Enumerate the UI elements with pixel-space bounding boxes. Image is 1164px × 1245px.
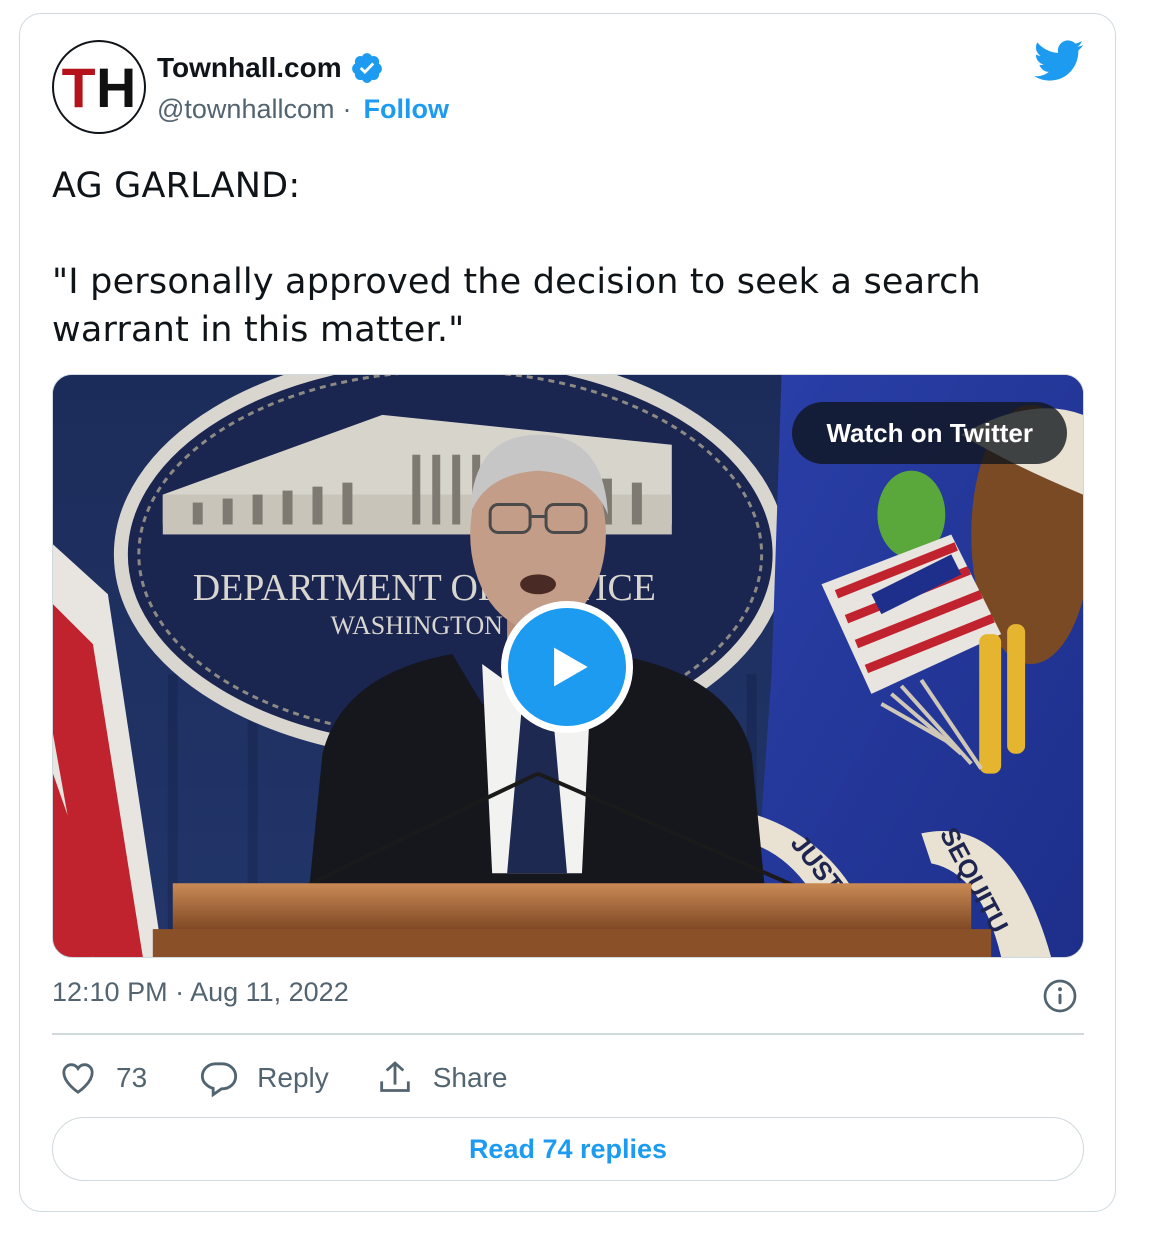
speech-bubble-icon [201,1062,238,1098]
twitter-bird-icon[interactable] [1034,40,1084,82]
info-icon[interactable] [1042,978,1078,1014]
avatar-logo: T H [62,57,137,119]
svg-text:H: H [96,57,136,119]
like-count: 73 [116,1062,148,1093]
read-replies-button[interactable]: Read 74 replies [52,1117,1084,1181]
share-upload-icon [380,1061,410,1092]
reply-label: Reply [257,1062,329,1093]
tweet-text: AG GARLAND: "I personally approved the d… [52,166,981,350]
avatar[interactable]: T H [52,40,146,134]
action-bar: 73 Reply Share [52,1052,507,1104]
reply-button[interactable]: Reply [199,1058,329,1098]
verified-badge-icon [351,53,382,83]
author-name[interactable]: Townhall.com [157,52,342,84]
video-thumbnail[interactable]: DEPARTMENT OF JUSTICE WASHINGTON JUSTI S… [52,374,1084,958]
play-icon [554,647,588,687]
watch-on-twitter-button[interactable]: Watch on Twitter [792,402,1067,464]
follow-link[interactable]: Follow [363,94,448,125]
divider [52,1033,1084,1035]
author-handle[interactable]: @townhallcom [157,94,334,125]
tweet-timestamp[interactable]: 12:10 PM · Aug 11, 2022 [52,977,349,1008]
like-button[interactable]: 73 [58,1058,147,1098]
author-row: Townhall.com [157,48,384,88]
share-label: Share [432,1062,508,1093]
play-button[interactable] [501,601,633,733]
heart-icon [62,1063,94,1094]
svg-text:T: T [62,57,96,119]
share-button[interactable]: Share [375,1058,508,1098]
handle-separator: · [342,93,352,124]
seal-text-2: WASHINGTON [330,611,503,640]
handle-row: @townhallcom · Follow [157,90,449,128]
